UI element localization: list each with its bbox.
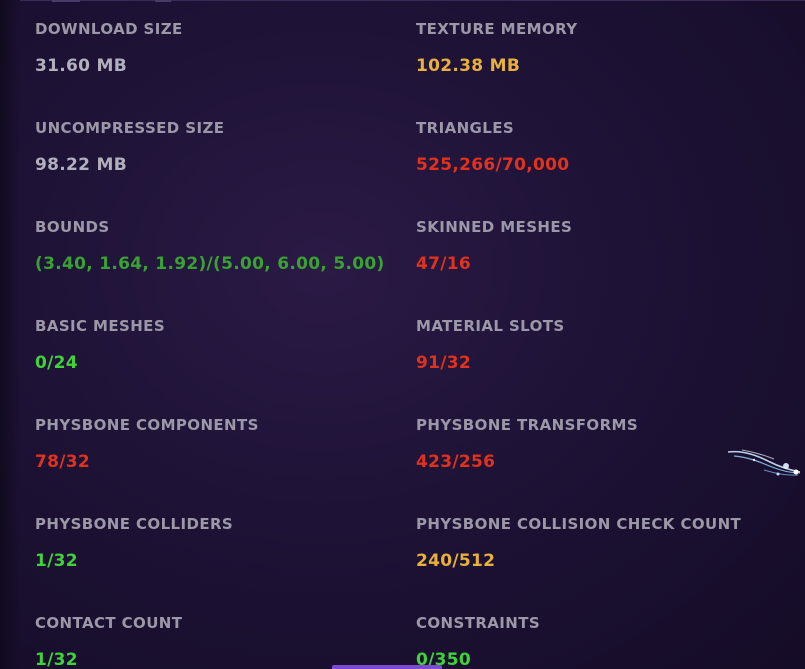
stat-value: 102.38 MB — [416, 56, 521, 76]
stat-skinned-meshes: SKINNED MESHES 47/16 — [416, 218, 796, 274]
stat-label: CONTACT COUNT — [35, 614, 183, 632]
stat-value: 0/24 — [35, 353, 78, 373]
stat-physbone-colliders: PHYSBONE COLLIDERS 1/32 — [35, 515, 415, 571]
stat-contact-count: CONTACT COUNT 1/32 — [35, 614, 415, 669]
stat-label: MATERIAL SLOTS — [416, 317, 565, 335]
stat-label: TRIANGLES — [416, 119, 515, 137]
stat-label: SKINNED MESHES — [416, 218, 573, 236]
stat-value: 47/16 — [416, 254, 472, 274]
stat-label: CONSTRAINTS — [416, 614, 541, 632]
bottom-scroll-indicator — [332, 665, 442, 669]
stat-label: PHYSBONE COLLIDERS — [35, 515, 234, 533]
top-tab-indicator — [52, 0, 80, 2]
stat-value: 240/512 — [416, 551, 496, 571]
stat-uncompressed-size: UNCOMPRESSED SIZE 98.22 MB — [35, 119, 415, 175]
stat-basic-meshes: BASIC MESHES 0/24 — [35, 317, 415, 373]
stat-physbone-collision-check-count: PHYSBONE COLLISION CHECK COUNT 240/512 — [416, 515, 796, 571]
stat-value: (3.40, 1.64, 1.92)/(5.00, 6.00, 5.00) — [35, 254, 385, 274]
stat-value: 0/350 — [416, 650, 472, 669]
stat-material-slots: MATERIAL SLOTS 91/32 — [416, 317, 796, 373]
stat-value: 31.60 MB — [35, 56, 127, 76]
stat-bounds: BOUNDS (3.40, 1.64, 1.92)/(5.00, 6.00, 5… — [35, 218, 415, 274]
sparkle-cursor-icon — [727, 449, 801, 476]
stat-physbone-components: PHYSBONE COMPONENTS 78/32 — [35, 416, 415, 472]
stat-label: DOWNLOAD SIZE — [35, 20, 183, 38]
stat-label: PHYSBONE TRANSFORMS — [416, 416, 639, 434]
stat-label: BOUNDS — [35, 218, 110, 236]
stat-label: PHYSBONE COMPONENTS — [35, 416, 259, 434]
stat-value: 78/32 — [35, 452, 91, 472]
stat-triangles: TRIANGLES 525,266/70,000 — [416, 119, 796, 175]
stat-texture-memory: TEXTURE MEMORY 102.38 MB — [416, 20, 796, 76]
panel-top-border — [20, 0, 805, 1]
stat-label: UNCOMPRESSED SIZE — [35, 119, 225, 137]
stat-constraints: CONSTRAINTS 0/350 — [416, 614, 796, 669]
stat-value: 98.22 MB — [35, 155, 127, 175]
top-tab-indicator — [155, 0, 171, 2]
stat-value: 525,266/70,000 — [416, 155, 570, 175]
stat-label: TEXTURE MEMORY — [416, 20, 578, 38]
stat-download-size: DOWNLOAD SIZE 31.60 MB — [35, 20, 415, 76]
stat-label: PHYSBONE COLLISION CHECK COUNT — [416, 515, 742, 533]
stat-label: BASIC MESHES — [35, 317, 166, 335]
panel-left-edge — [0, 0, 20, 669]
stat-value: 1/32 — [35, 551, 78, 571]
stat-value: 91/32 — [416, 353, 472, 373]
